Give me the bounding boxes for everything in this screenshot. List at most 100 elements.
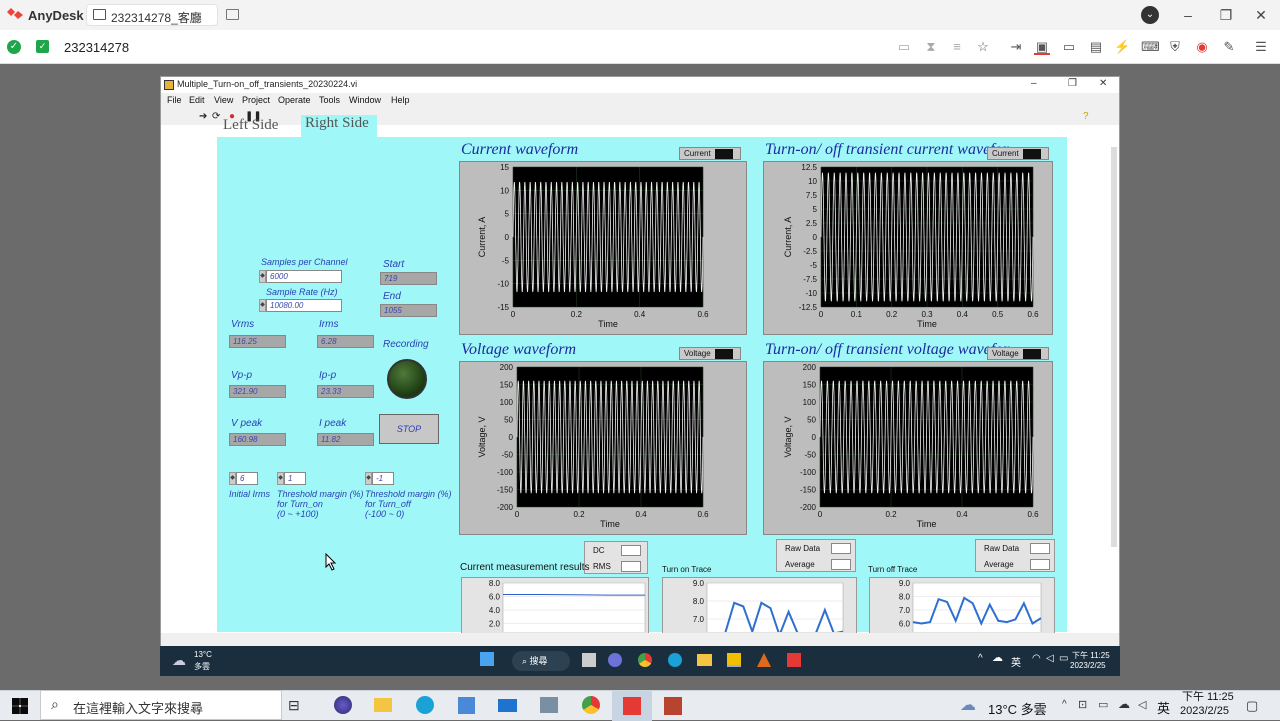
local-lang[interactable]: 英 (1157, 698, 1170, 717)
help-icon[interactable]: ? (1083, 111, 1089, 122)
speaker-icon[interactable]: ◁ (1046, 653, 1054, 664)
labview-titlebar: Multiple_Turn-on_off_transients_20230224… (161, 77, 1119, 93)
whiteboard-icon[interactable]: ✎ (1221, 39, 1237, 55)
remote-taskbar: ☁ 13°C 多雲 ⌕ 搜尋 ^ ☁ 英 ◠ ◁ ▭ 下午 11:25 2023… (160, 646, 1120, 676)
y-tick-label: 2.0 (489, 620, 501, 629)
cortana-icon[interactable] (334, 696, 352, 714)
minimize-button[interactable]: – (1178, 6, 1198, 24)
local-date: 2023/2/25 (1180, 705, 1229, 717)
anydesk-icon (623, 697, 641, 715)
close-button[interactable]: ✕ (1251, 6, 1271, 24)
vertical-scrollbar[interactable] (1111, 147, 1117, 547)
local-search-box[interactable]: ⌕ 在這裡輸入文字來搜尋 (40, 690, 282, 720)
maximize-button[interactable]: ❐ (1216, 6, 1236, 24)
remote-weather-temp: 13°C (194, 650, 212, 659)
anydesk-icon[interactable] (787, 653, 801, 667)
edge-icon[interactable] (416, 696, 434, 714)
trace-charts-svg: 0.02.04.06.08.06.07.08.09.05.06.07.08.09… (489, 579, 1042, 632)
remote-search-label: 搜尋 (529, 656, 548, 666)
session-tab-label: 232314278_客廳 (111, 11, 202, 25)
start-icon[interactable] (480, 652, 494, 666)
windows-start-icon[interactable] (12, 698, 28, 714)
y-tick-label: 4.0 (489, 606, 501, 615)
mail-icon[interactable] (498, 699, 517, 712)
cloud-icon: ☁ (960, 697, 976, 714)
store-icon[interactable] (458, 697, 475, 714)
wifi-icon[interactable]: ◠ (1032, 653, 1041, 664)
chat-icon[interactable]: ▤ (1088, 39, 1104, 55)
connection-ok-icon: ✓ (7, 40, 21, 54)
search-icon: ⌕ (51, 696, 59, 712)
menu-tools[interactable]: Tools (319, 95, 340, 105)
labview-icon[interactable] (727, 653, 741, 667)
chrome-icon[interactable] (582, 696, 600, 714)
menu-operate[interactable]: Operate (278, 95, 311, 105)
hourglass-icon[interactable]: ⧗ (923, 39, 939, 55)
local-weather[interactable]: 13°C 多雲 (988, 699, 1047, 718)
remote-search-button[interactable]: ⌕ 搜尋 (512, 651, 570, 671)
chrome-icon[interactable] (638, 653, 652, 667)
menu-file[interactable]: File (167, 95, 182, 105)
anydesk-app-name: AnyDesk (28, 8, 84, 23)
y-tick-label: 8.0 (899, 593, 911, 602)
folder-icon[interactable] (374, 698, 392, 712)
labview-statusbar (161, 633, 1119, 647)
tab-right-side[interactable]: Right Side (301, 115, 377, 139)
y-tick-label: 7.0 (899, 606, 911, 615)
database-icon[interactable]: ≡ (949, 39, 965, 55)
file-transfer-icon[interactable]: ⇥ (1008, 39, 1024, 55)
notification-icon[interactable]: ▢ (1246, 698, 1258, 714)
cloud-icon: ☁ (992, 652, 1003, 664)
permissions-icon[interactable]: ⛨ (1167, 39, 1183, 55)
keyboard-icon[interactable]: ⌨ (1141, 39, 1160, 55)
remote-lang[interactable]: 英 (1011, 654, 1021, 669)
photos-icon[interactable] (540, 697, 558, 713)
new-session-icon[interactable] (226, 9, 239, 20)
y-tick-label: 6.0 (489, 593, 501, 602)
star-icon[interactable]: ☆ (975, 39, 991, 55)
vi-icon (164, 80, 174, 90)
session-tab[interactable]: 232314278_客廳 (86, 4, 218, 26)
cloud-icon[interactable]: ☁ (1118, 697, 1130, 711)
matlab-icon[interactable] (757, 653, 771, 667)
folder-icon[interactable] (697, 654, 712, 666)
tray-chevron-icon[interactable]: ^ (978, 653, 983, 664)
close-button[interactable]: ✕ (1099, 78, 1107, 89)
y-tick-label: 7.0 (693, 615, 705, 624)
trace-plot-area (502, 582, 646, 632)
teams-icon[interactable] (608, 653, 622, 667)
menu-help[interactable]: Help (391, 95, 410, 105)
privacy-icon[interactable]: ▭ (896, 39, 912, 55)
maximize-button[interactable]: ❐ (1068, 78, 1077, 89)
menu-window[interactable]: Window (349, 95, 381, 105)
run-continuously-icon[interactable]: ⟳ (212, 111, 220, 122)
minimize-button[interactable]: – (1031, 78, 1037, 89)
menu-project[interactable]: Project (242, 95, 270, 105)
menu-edit[interactable]: Edit (189, 95, 205, 105)
monitor-icon (93, 9, 106, 20)
record-icon[interactable]: ◉ (1194, 39, 1210, 55)
cloud-icon: ☁ (172, 652, 186, 668)
run-icon[interactable]: ➔ (199, 111, 207, 122)
display-icon[interactable]: ▣ (1034, 39, 1050, 55)
battery-icon[interactable]: ▭ (1059, 653, 1068, 664)
task-view-icon[interactable]: ⊟ (288, 697, 300, 714)
labview-menubar: File Edit View Project Operate Tools Win… (161, 93, 1119, 109)
network-icon[interactable]: ▭ (1098, 698, 1108, 711)
task-view-icon[interactable] (582, 653, 596, 667)
chevron-down-icon[interactable]: ⌄ (1141, 6, 1159, 24)
y-tick-label: 8.0 (489, 579, 501, 588)
edge-icon[interactable] (668, 653, 682, 667)
app-icon[interactable] (664, 697, 682, 715)
tray-chevron-icon[interactable]: ^ (1062, 699, 1067, 710)
monitor-icon[interactable]: ▭ (1061, 39, 1077, 55)
tab-page-right-side: Samples per Channel ◆ 6000 Sample Rate (… (217, 137, 1067, 637)
remote-date: 2023/2/25 (1070, 661, 1106, 670)
security-icon[interactable]: ⊡ (1078, 698, 1087, 711)
speaker-icon[interactable]: ◁ (1138, 698, 1146, 711)
y-tick-label: 9.0 (899, 579, 911, 588)
tab-left-side[interactable]: Left Side (223, 117, 289, 139)
action-icon[interactable]: ⚡ (1114, 39, 1130, 55)
hamburger-menu-icon[interactable]: ☰ (1253, 39, 1269, 55)
menu-view[interactable]: View (214, 95, 233, 105)
